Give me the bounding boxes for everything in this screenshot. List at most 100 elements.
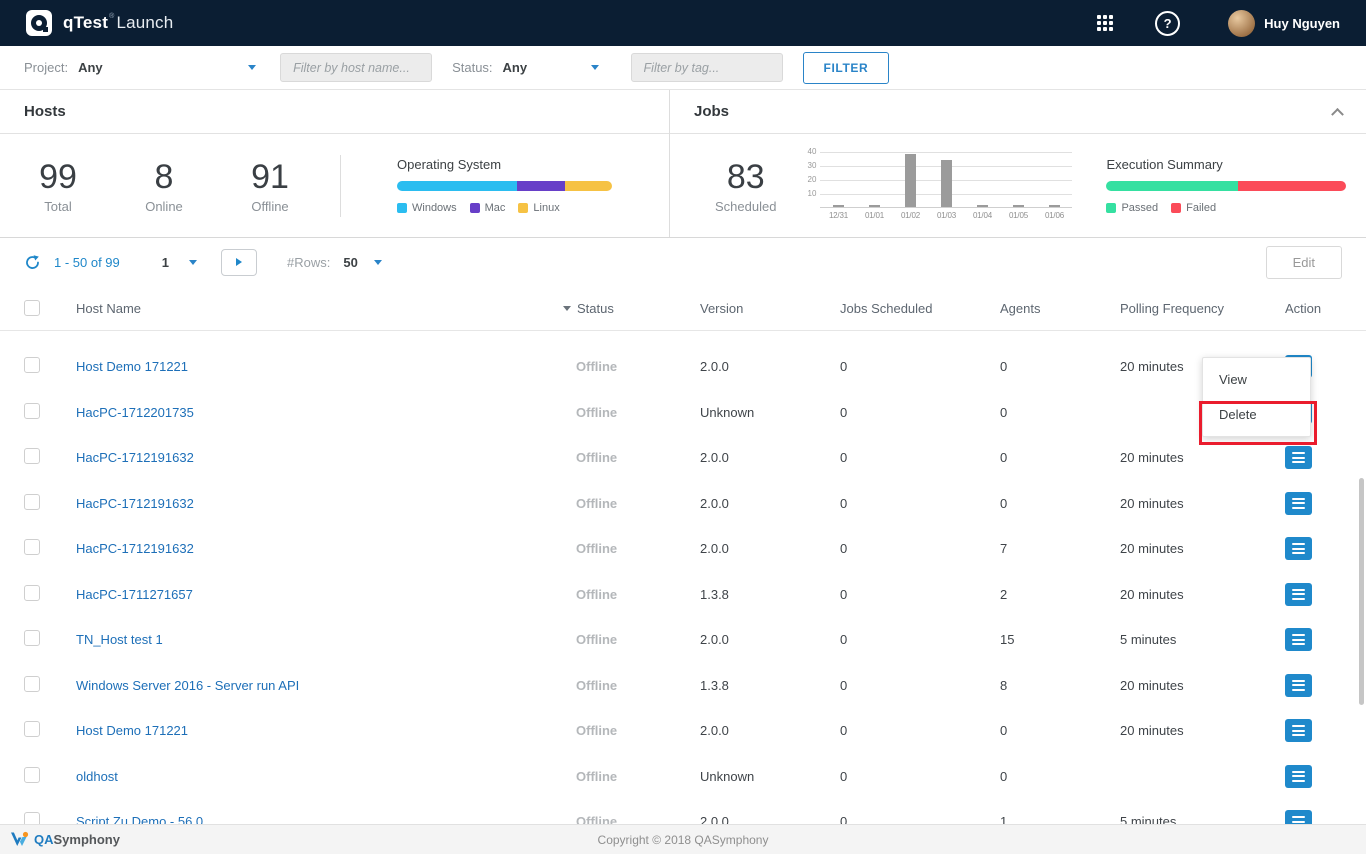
- version-value: 2.0.0: [700, 496, 840, 511]
- refresh-icon[interactable]: [24, 254, 41, 271]
- qtest-logo[interactable]: [26, 10, 52, 36]
- row-action-menu-button[interactable]: [1285, 719, 1312, 742]
- vertical-scrollbar-thumb[interactable]: [1359, 478, 1364, 705]
- row-action-menu-button[interactable]: [1285, 810, 1312, 824]
- row-action-menu-button[interactable]: [1285, 583, 1312, 606]
- hosts-panel-body: 99 Total 8 Online 91 Offline Operating S…: [0, 134, 669, 237]
- apps-grid-icon[interactable]: [1097, 15, 1113, 31]
- col-agents[interactable]: Agents: [1000, 301, 1120, 316]
- polling-value: 20 minutes: [1120, 723, 1285, 738]
- divider: [340, 155, 341, 217]
- menu-item-delete[interactable]: Delete: [1203, 397, 1310, 432]
- stat-scheduled-label: Scheduled: [715, 199, 776, 214]
- user-avatar[interactable]: [1228, 10, 1255, 37]
- page-select[interactable]: 1: [162, 255, 197, 270]
- agents-value: 0: [1000, 450, 1120, 465]
- agents-value: 2: [1000, 587, 1120, 602]
- row-action-menu-button[interactable]: [1285, 537, 1312, 560]
- row-checkbox[interactable]: [24, 357, 40, 373]
- status-value: Offline: [576, 405, 700, 420]
- row-action-menu-button[interactable]: [1285, 765, 1312, 788]
- status-value: Offline: [576, 541, 700, 556]
- host-name-link[interactable]: HacPC-1712191632: [76, 541, 194, 556]
- table-row: Host Demo 171221 Offline 2.0.0 0 0 20 mi…: [0, 344, 1366, 390]
- row-checkbox[interactable]: [24, 676, 40, 692]
- select-all-checkbox[interactable]: [24, 300, 40, 316]
- status-label: Status:: [452, 60, 492, 75]
- row-checkbox[interactable]: [24, 585, 40, 601]
- host-name-link[interactable]: HacPC-1712191632: [76, 450, 194, 465]
- app-title-launch: Launch: [116, 13, 173, 32]
- qasymphony-logo[interactable]: QASymphony: [10, 831, 120, 848]
- project-select[interactable]: Any: [78, 60, 256, 75]
- col-status[interactable]: Status: [563, 301, 700, 316]
- row-checkbox[interactable]: [24, 494, 40, 510]
- status-value: Offline: [576, 723, 700, 738]
- row-checkbox[interactable]: [24, 767, 40, 783]
- agents-value: 0: [1000, 496, 1120, 511]
- host-name-link[interactable]: TN_Host test 1: [76, 632, 163, 647]
- host-name-link[interactable]: HacPC-1711271657: [76, 587, 193, 602]
- host-name-link[interactable]: Windows Server 2016 - Server run API: [76, 678, 299, 693]
- chart-bar: [869, 205, 880, 206]
- version-value: Unknown: [700, 769, 840, 784]
- jobs-scheduled-value: 0: [840, 405, 1000, 420]
- jobs-panel: Jobs 83 Scheduled 40302010 12/3101/0101/…: [670, 90, 1366, 237]
- col-polling-frequency[interactable]: Polling Frequency: [1120, 301, 1285, 316]
- user-menu[interactable]: Huy Nguyen: [1228, 10, 1340, 37]
- host-name-link[interactable]: HacPC-1712201735: [76, 405, 194, 420]
- chart-bar: [941, 160, 952, 207]
- tag-filter-input[interactable]: [631, 53, 783, 82]
- hosts-panel-header: Hosts: [0, 90, 669, 134]
- chevron-down-icon: [248, 65, 256, 70]
- execution-legend-passed: Passed: [1106, 202, 1158, 214]
- host-name-link[interactable]: oldhost: [76, 769, 118, 784]
- project-value: Any: [78, 60, 103, 75]
- chart-bar: [905, 154, 916, 206]
- chevron-up-icon[interactable]: [1331, 108, 1344, 121]
- jobs-scheduled-value: 0: [840, 450, 1000, 465]
- help-icon[interactable]: ?: [1155, 11, 1180, 36]
- col-version[interactable]: Version: [700, 301, 840, 316]
- filter-button[interactable]: FILTER: [803, 52, 890, 84]
- stat-scheduled-value: 83: [715, 158, 776, 196]
- row-action-menu-button[interactable]: [1285, 446, 1312, 469]
- edit-button[interactable]: Edit: [1266, 246, 1342, 279]
- agents-value: 7: [1000, 541, 1120, 556]
- table-row: HacPC-1712191632 Offline 2.0.0 0 7 20 mi…: [0, 526, 1366, 572]
- row-action-menu-button[interactable]: [1285, 492, 1312, 515]
- row-action-menu-button[interactable]: [1285, 628, 1312, 651]
- row-checkbox[interactable]: [24, 539, 40, 555]
- jobs-scheduled-value: 0: [840, 496, 1000, 511]
- table-row: TN_Host test 1 Offline 2.0.0 0 15 5 minu…: [0, 617, 1366, 663]
- hosts-stats: 99 Total 8 Online 91 Offline: [30, 158, 298, 214]
- row-checkbox[interactable]: [24, 721, 40, 737]
- host-name-link[interactable]: Host Demo 171221: [76, 359, 188, 374]
- row-checkbox[interactable]: [24, 812, 40, 824]
- next-page-button[interactable]: [221, 249, 257, 276]
- copyright-text: Copyright © 2018 QASymphony: [598, 833, 769, 847]
- row-action-menu-button[interactable]: [1285, 674, 1312, 697]
- row-checkbox[interactable]: [24, 448, 40, 464]
- status-select[interactable]: Any: [503, 60, 599, 75]
- caret-right-icon: [236, 258, 242, 266]
- rows-select[interactable]: 50: [343, 255, 381, 270]
- status-value: Offline: [576, 450, 700, 465]
- col-jobs-scheduled[interactable]: Jobs Scheduled: [840, 301, 1000, 316]
- menu-item-view[interactable]: View: [1203, 362, 1310, 397]
- row-checkbox[interactable]: [24, 403, 40, 419]
- host-name-link[interactable]: HacPC-1712191632: [76, 496, 194, 511]
- hosts-panel: Hosts 99 Total 8 Online 91 Offline: [0, 90, 670, 237]
- qtest-launch-app: qTest®Launch ? Huy Nguyen Project: Any S…: [0, 0, 1366, 854]
- row-checkbox[interactable]: [24, 630, 40, 646]
- execution-segment-failed: [1238, 181, 1346, 191]
- host-filter-input[interactable]: [280, 53, 432, 82]
- host-name-link[interactable]: Host Demo 171221: [76, 723, 188, 738]
- table-row: Host Demo 171221 Offline 2.0.0 0 0 20 mi…: [0, 708, 1366, 754]
- col-action: Action: [1285, 301, 1366, 316]
- user-name: Huy Nguyen: [1264, 16, 1340, 31]
- host-name-link[interactable]: Script Zu Demo - 56 0: [76, 814, 203, 824]
- jobs-chart-yticks: 40302010: [802, 152, 820, 220]
- col-host-name[interactable]: Host Name: [76, 301, 576, 316]
- qtest-logo-mark: [31, 15, 47, 31]
